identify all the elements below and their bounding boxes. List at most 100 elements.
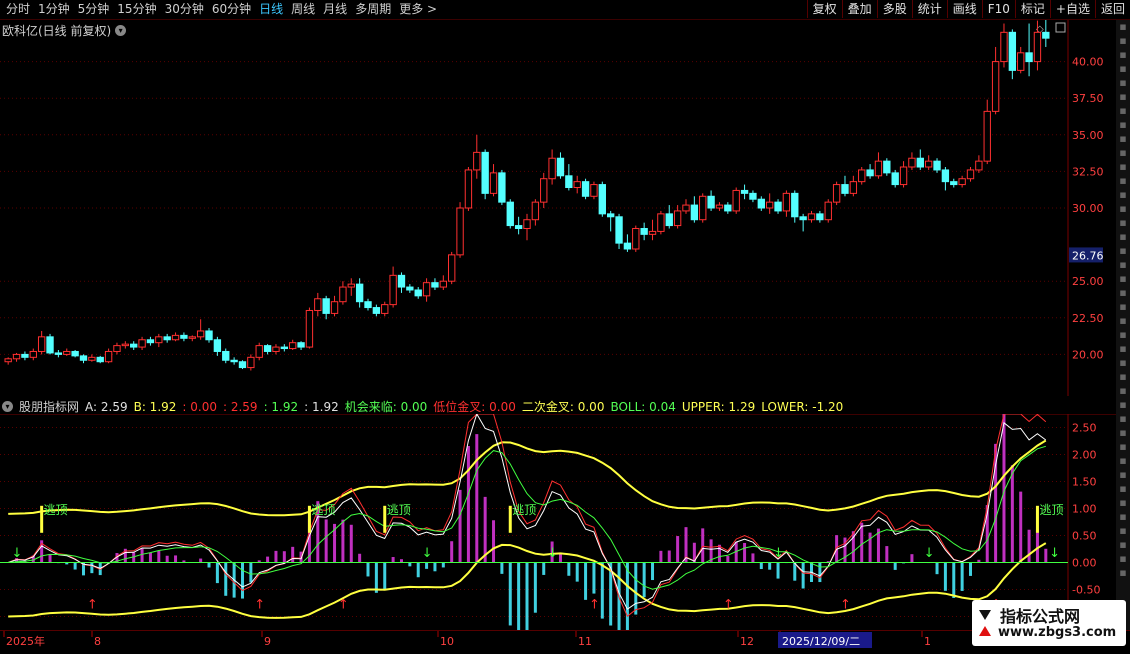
price-tick: 32.50 xyxy=(1072,165,1104,178)
strip-cell: ▪ xyxy=(1119,538,1127,551)
strip-cell: ▪ xyxy=(1119,314,1127,327)
toolbar-button[interactable]: 返回 xyxy=(1094,0,1130,18)
date-labels: 2025年 8 9 10 11 12 2025/12/09/二 1 xyxy=(3,631,931,648)
toolbar-button[interactable]: +自选 xyxy=(1049,0,1095,18)
period-tab[interactable]: 30分钟 xyxy=(161,2,208,17)
strip-cell: ▪ xyxy=(1119,454,1127,467)
period-tab[interactable]: 15分钟 xyxy=(113,2,160,17)
strip-cell: ▪ xyxy=(1119,328,1127,341)
candle-body xyxy=(464,169,473,209)
strip-cell: ▪ xyxy=(1119,496,1127,509)
candle-body xyxy=(765,201,774,209)
up-arrow-icon: ↑ xyxy=(840,597,851,612)
date-label: 9 xyxy=(264,635,271,648)
strip-cell: ▪ xyxy=(1119,188,1127,201)
candle-body xyxy=(807,213,816,221)
period-tab[interactable]: 60分钟 xyxy=(208,2,255,17)
toolbar-button[interactable]: 复权 xyxy=(806,0,842,18)
strip-cell: ▪ xyxy=(1119,524,1127,537)
candle-body xyxy=(422,282,431,297)
candle-body xyxy=(263,345,272,352)
indicator-chart[interactable]: 2.502.001.501.000.500.00-0.50-1.00逃顶逃顶逃顶… xyxy=(0,414,1116,630)
down-arrow-icon: ↓ xyxy=(1049,546,1060,561)
candle-body xyxy=(1008,31,1017,71)
period-tab[interactable]: 日线 xyxy=(255,2,287,17)
candle-body xyxy=(289,342,297,350)
period-tab[interactable]: 更多 > xyxy=(395,2,441,17)
toolbar-button[interactable]: 统计 xyxy=(911,0,947,18)
candle-body xyxy=(381,304,389,314)
period-tab[interactable]: 5分钟 xyxy=(74,2,114,17)
candle-body xyxy=(590,184,598,197)
candle-body xyxy=(280,346,289,350)
price-tick: 37.50 xyxy=(1072,92,1104,105)
candle-body xyxy=(130,343,138,348)
toolbar-button[interactable]: F10 xyxy=(981,0,1015,18)
watermark-url: www.zbgs3.com xyxy=(998,625,1117,640)
candle-body xyxy=(866,169,874,177)
chevron-down-icon[interactable]: ▾ xyxy=(2,401,13,412)
candle-body xyxy=(883,160,891,174)
candle-body xyxy=(657,213,665,232)
strip-cell: ▪ xyxy=(1119,20,1127,33)
strip-cell: ▪ xyxy=(1119,412,1127,425)
toolbar-button[interactable]: 标记 xyxy=(1014,0,1050,18)
period-tab[interactable]: 月线 xyxy=(319,2,351,17)
indicator-value: : 1.92 xyxy=(263,399,299,414)
period-tabs: 分时 1分钟 5分钟 15分钟 30分钟 60分钟 日线 周线 月线 多周期 更多 > xyxy=(2,2,441,17)
candle-body xyxy=(732,189,740,212)
toolbar-button[interactable]: 多股 xyxy=(876,0,912,18)
candle-body xyxy=(924,160,933,168)
candle-body xyxy=(581,181,590,197)
strip-cell: ▪ xyxy=(1119,370,1127,383)
signal-label: 逃顶 xyxy=(1039,503,1063,517)
up-arrow-icon: ↑ xyxy=(589,597,600,612)
down-arrow-icon: ↓ xyxy=(547,546,558,561)
period-tab[interactable]: 分时 xyxy=(2,2,34,17)
candle-body xyxy=(523,219,531,229)
candle-body xyxy=(439,280,447,288)
candle-body xyxy=(858,169,866,183)
candle-body xyxy=(916,157,924,168)
right-side-strip[interactable]: ▪ ▪ ▪ ▪ ▪ ▪ ▪ ▪ ▪ ▪ ▪ ▪ ▪ ▪ ▪ ▪ ▪ ▪ ▪ ▪ ▪ ▪ ▪ ▪ ▪ ▪ ▪ ▪ ▪ ▪ ▪ ▪ ▪ ▪ ▪ ▪ ▪ ▪ ▪ ▪ xyxy=(1116,20,1130,630)
candle-body xyxy=(163,336,171,341)
candle-body xyxy=(740,189,749,194)
up-arrow-icon: ↑ xyxy=(723,597,734,612)
indicator-value: BOLL: 0.04 xyxy=(610,399,676,414)
toolbar-button[interactable]: 叠加 xyxy=(841,0,877,18)
period-tab[interactable]: 周线 xyxy=(287,2,319,17)
candle-body xyxy=(673,210,682,227)
candle-body xyxy=(79,355,88,361)
strip-cell: ▪ xyxy=(1119,104,1127,117)
signal-label: 逃顶 xyxy=(512,503,536,517)
indicator-value: 二次金叉: 0.00 xyxy=(521,400,605,414)
candle-body xyxy=(1000,31,1008,63)
period-tab[interactable]: 多周期 xyxy=(351,2,395,17)
strip-cell: ▪ xyxy=(1119,48,1127,61)
strip-cell: ▪ xyxy=(1119,216,1127,229)
candle-body xyxy=(975,160,983,171)
strip-cell: ▪ xyxy=(1119,566,1127,579)
strip-cell: ▪ xyxy=(1119,244,1127,257)
candle-body xyxy=(983,110,991,162)
candle-body xyxy=(607,213,615,218)
candle-body xyxy=(690,204,699,221)
candle-body xyxy=(88,356,96,361)
down-arrow-icon: ↓ xyxy=(422,546,433,561)
candlestick-chart[interactable]: 40.00 37.50 35.00 32.50 30.00 25.00 22.50 20.00… xyxy=(0,20,1116,396)
candle-body xyxy=(272,346,280,352)
toolbar-button[interactable]: 画线 xyxy=(946,0,982,18)
candle-body xyxy=(339,286,347,303)
candle-body xyxy=(799,216,807,221)
indicator-tick: 0.50 xyxy=(1072,530,1097,543)
indicator-value: 机会来临: 0.00 xyxy=(344,400,428,414)
candle-body xyxy=(824,201,832,221)
candle-body xyxy=(355,283,364,303)
candle-body xyxy=(54,352,63,355)
strip-cell: ▪ xyxy=(1119,230,1127,243)
strip-cell: ▪ xyxy=(1119,552,1127,565)
candle-body xyxy=(314,298,322,311)
candle-body xyxy=(540,178,548,203)
period-tab[interactable]: 1分钟 xyxy=(34,2,74,17)
candle-body xyxy=(305,309,314,348)
